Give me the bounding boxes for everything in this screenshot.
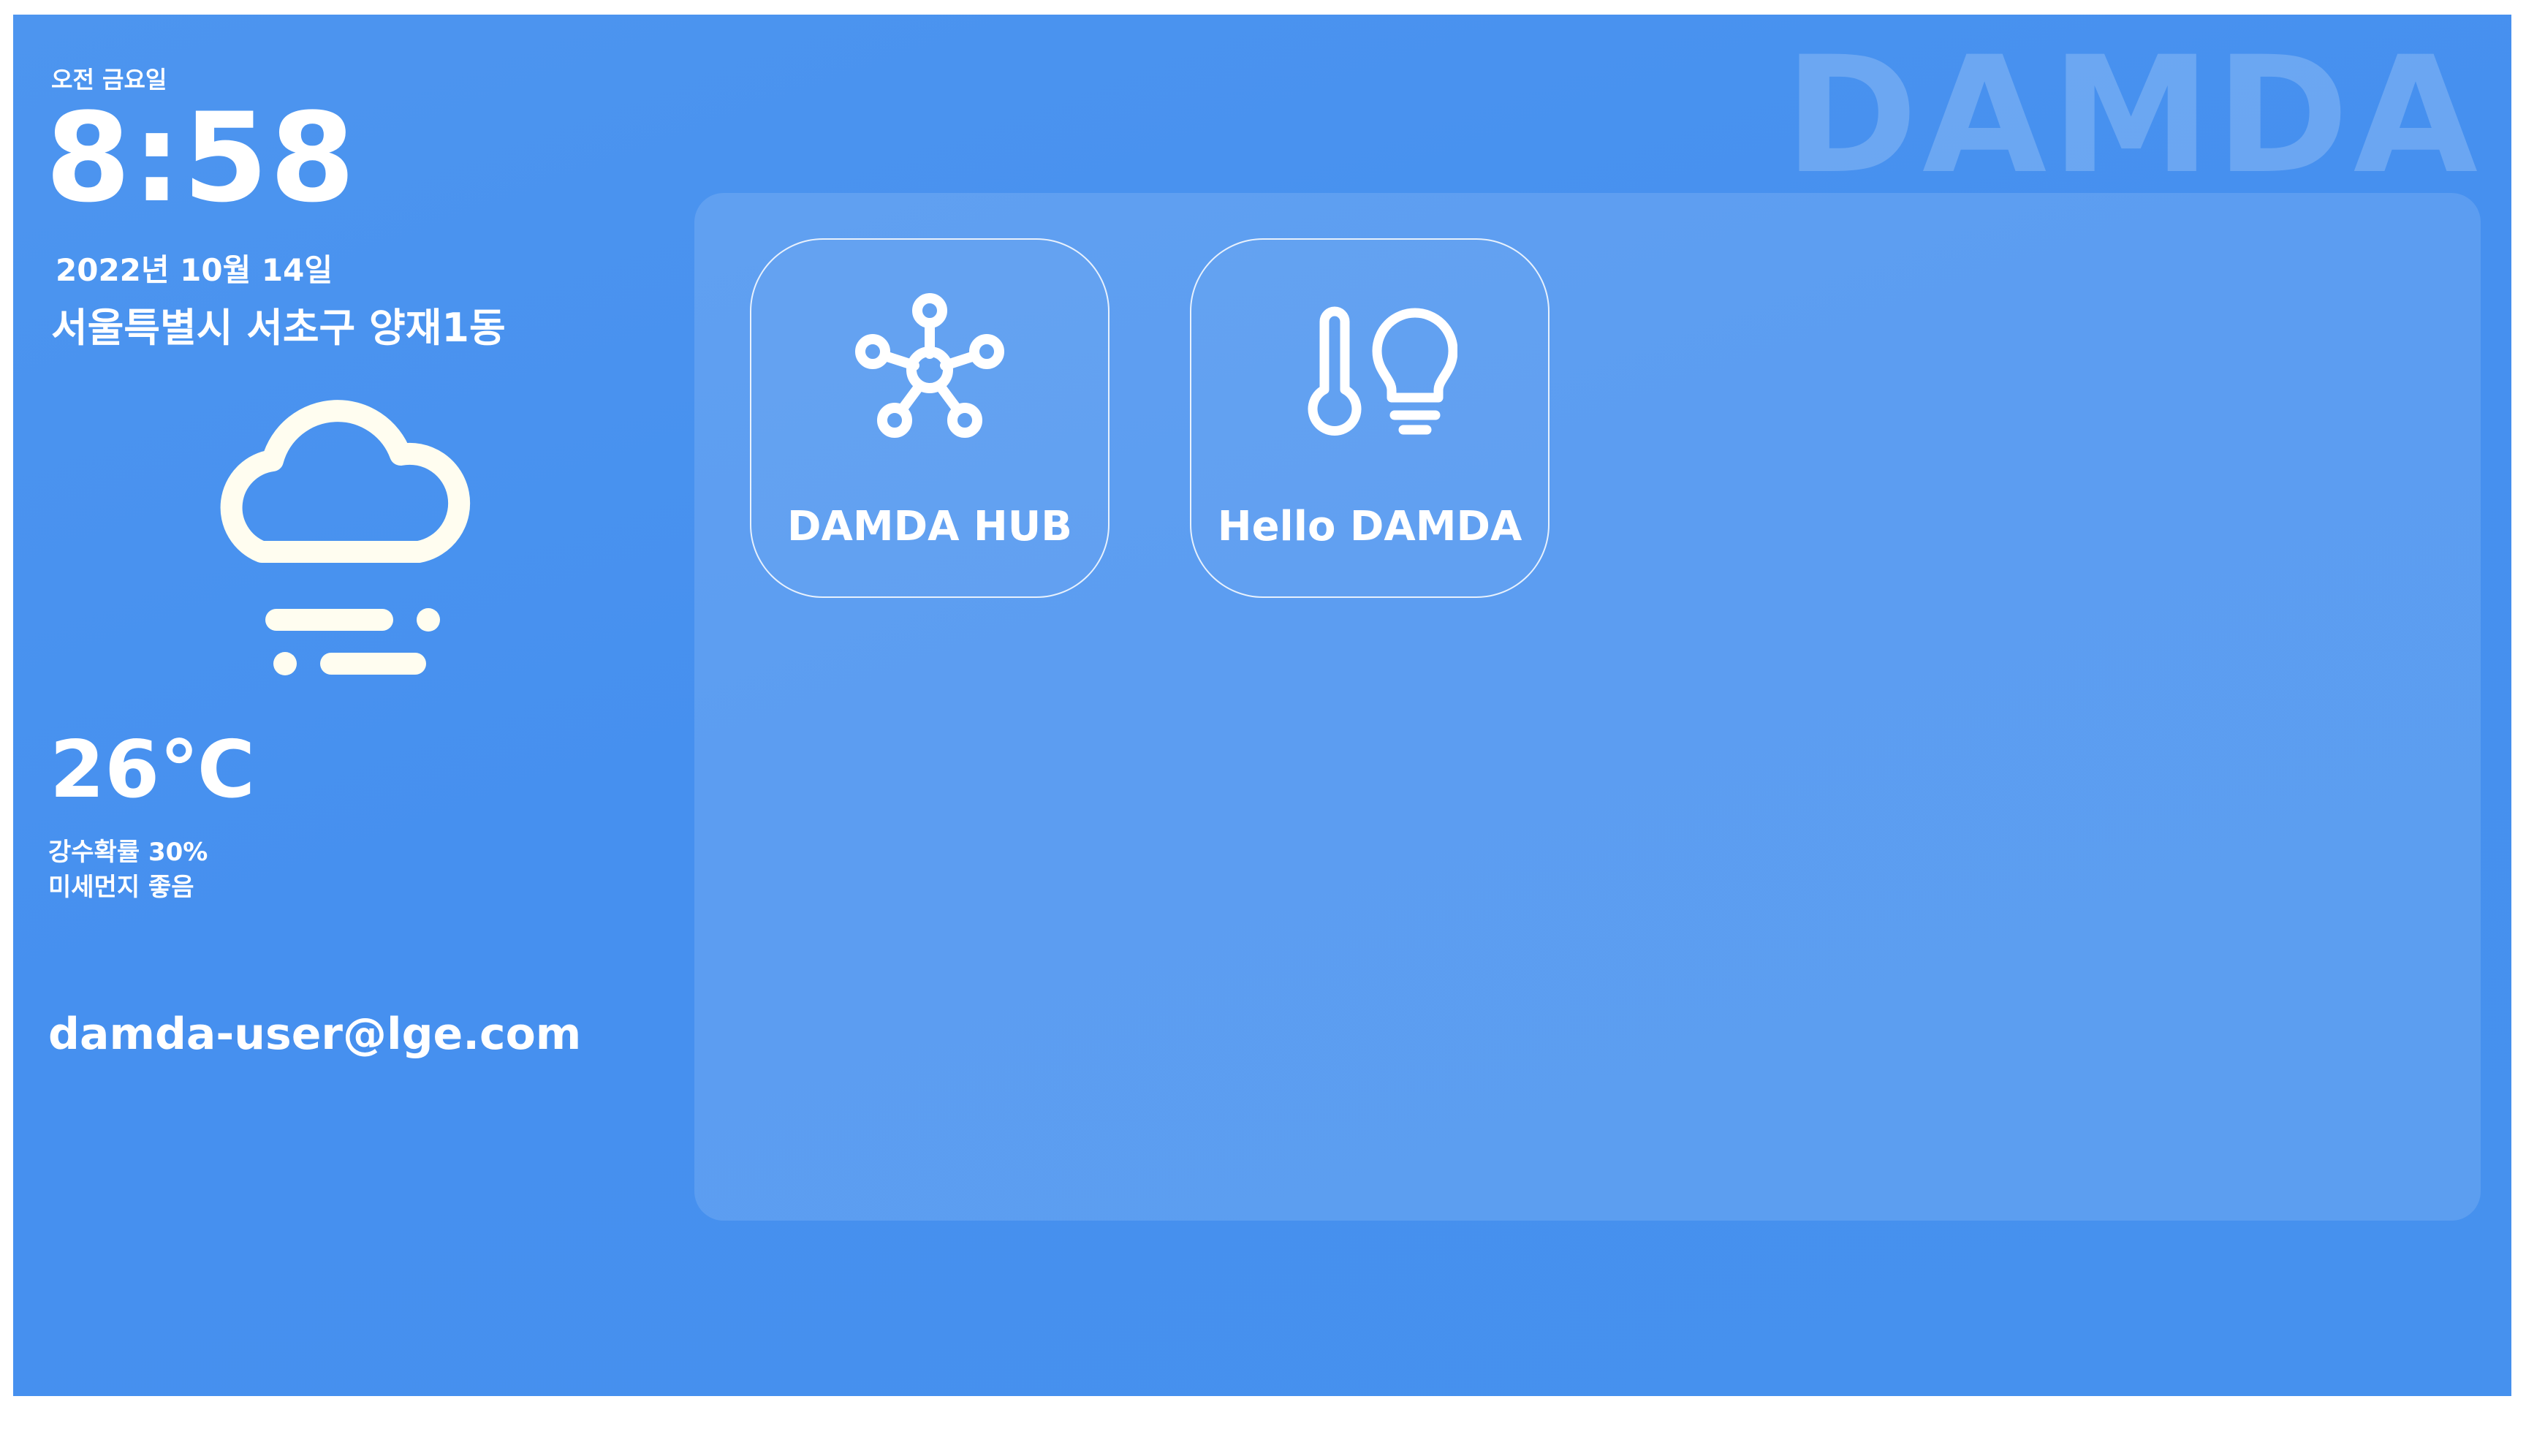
temperature-value: 26℃ [50, 724, 256, 816]
clock-date: 2022년 10월 14일 [56, 252, 333, 288]
location-label: 서울특별시 서초구 양재1동 [51, 305, 506, 351]
thermometer-bulb-icon [1308, 306, 1457, 436]
app-tile-label: Hello DAMDA [1217, 503, 1522, 550]
brand-logo: DAMDA [1784, 22, 2482, 209]
app-panel: DAMDA HUB Hello DAMDA [694, 193, 2481, 1221]
precipitation-label: 강수확률 30% [48, 838, 208, 867]
dashboard-screen: DAMDA 오전 금요일 8:58 2022년 10월 14일 서울특별시 서초… [13, 15, 2511, 1396]
clock-time: 8:58 [45, 86, 357, 230]
hub-network-icon [855, 293, 1004, 438]
user-email: damda-user@lge.com [48, 1009, 582, 1060]
cloud-fog-icon [220, 400, 471, 675]
app-tile-damda-hub[interactable]: DAMDA HUB [750, 238, 1110, 598]
fine-dust-label: 미세먼지 좋음 [48, 873, 194, 902]
info-sidebar: 오전 금요일 8:58 2022년 10월 14일 서울특별시 서초구 양재1동… [13, 15, 671, 1396]
app-tile-label: DAMDA HUB [787, 503, 1072, 550]
app-tile-hello-damda[interactable]: Hello DAMDA [1190, 238, 1550, 598]
